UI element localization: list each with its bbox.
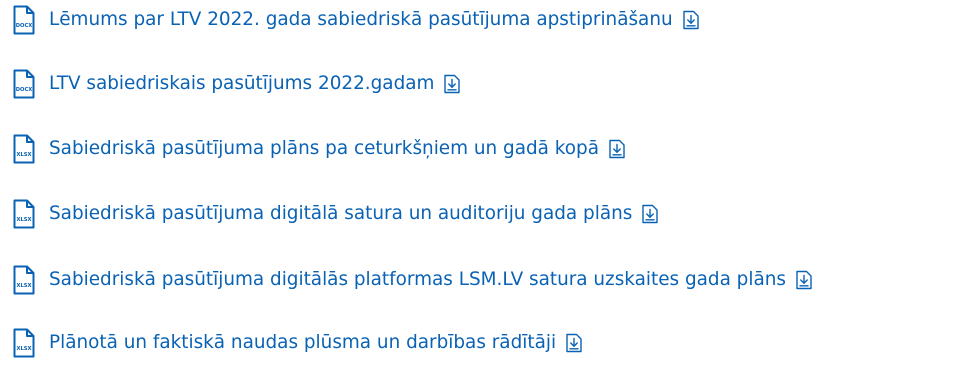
docx-file-icon[interactable]: DOCX <box>13 69 35 99</box>
file-type-label: XLSX <box>16 346 31 352</box>
document-link[interactable]: Sabiedriskā pasūtījuma digitālā satura u… <box>49 204 632 223</box>
file-type-label: XLSX <box>16 217 31 223</box>
document-link[interactable]: Plānotā un faktiskā naudas plūsma un dar… <box>49 333 556 352</box>
xlsx-file-icon[interactable]: XLSX <box>13 199 35 229</box>
document-item: DOCX Lēmums par LTV 2022. gada sabiedris… <box>13 2 700 38</box>
file-type-label: DOCX <box>16 87 33 93</box>
document-link[interactable]: Sabiedriskā pasūtījuma digitālās platfor… <box>49 270 786 289</box>
download-icon[interactable] <box>443 74 461 94</box>
download-icon[interactable] <box>682 10 700 30</box>
file-type-label: DOCX <box>16 23 33 29</box>
xlsx-file-icon[interactable]: XLSX <box>13 328 35 358</box>
xlsx-file-icon[interactable]: XLSX <box>13 265 35 295</box>
document-link[interactable]: Sabiedriskā pasūtījuma plāns pa ceturkšņ… <box>49 139 599 158</box>
document-item: XLSX Plānotā un faktiskā naudas plūsma u… <box>13 325 583 361</box>
download-icon[interactable] <box>795 270 813 290</box>
download-icon[interactable] <box>641 204 659 224</box>
file-type-label: XLSX <box>16 152 31 158</box>
document-item: DOCX LTV sabiedriskais pasūtījums 2022.g… <box>13 66 461 102</box>
document-link[interactable]: Lēmums par LTV 2022. gada sabiedriskā pa… <box>49 10 673 29</box>
download-icon[interactable] <box>608 139 626 159</box>
document-item: XLSX Sabiedriskā pasūtījuma digitālās pl… <box>13 262 813 298</box>
document-link[interactable]: LTV sabiedriskais pasūtījums 2022.gadam <box>49 74 434 93</box>
file-type-label: XLSX <box>16 283 31 289</box>
document-item: XLSX Sabiedriskā pasūtījuma digitālā sat… <box>13 196 659 232</box>
download-icon[interactable] <box>565 333 583 353</box>
xlsx-file-icon[interactable]: XLSX <box>13 134 35 164</box>
document-item: XLSX Sabiedriskā pasūtījuma plāns pa cet… <box>13 131 626 167</box>
docx-file-icon[interactable]: DOCX <box>13 5 35 35</box>
